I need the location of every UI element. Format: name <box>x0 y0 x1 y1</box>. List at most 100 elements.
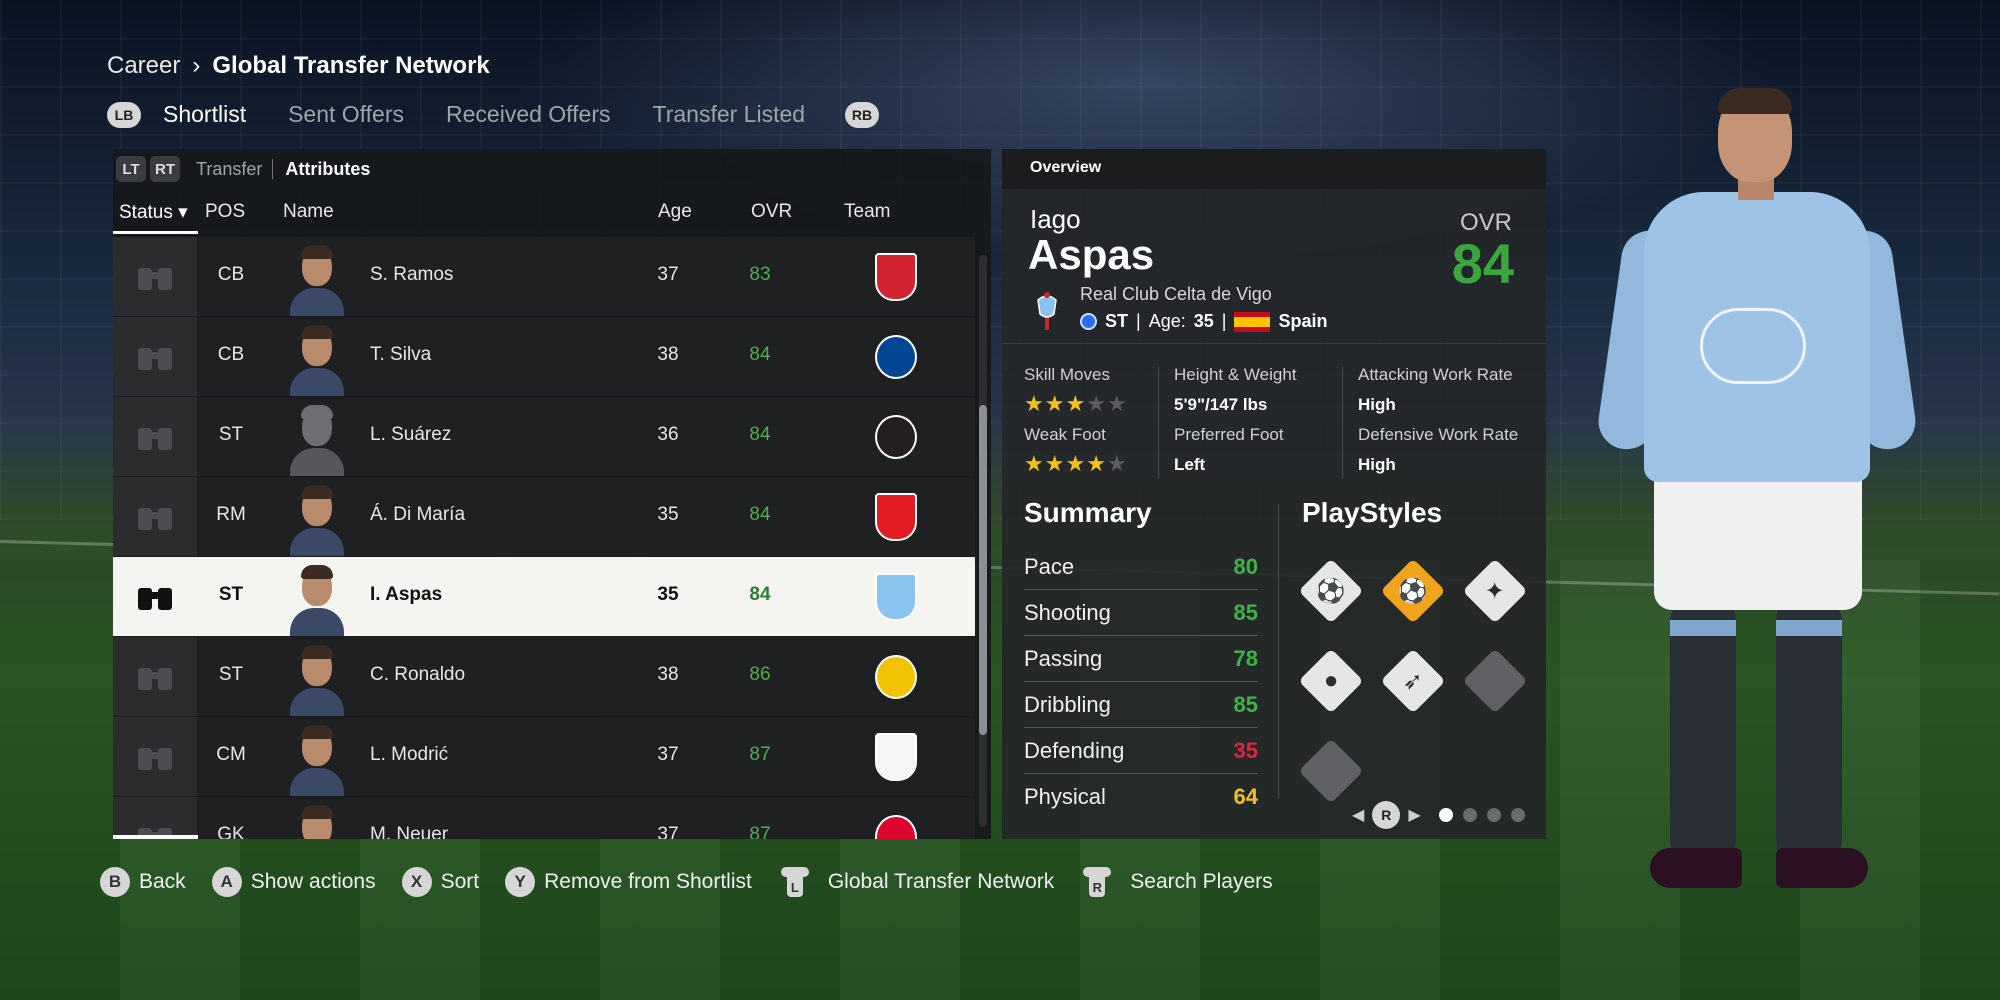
binoculars-icon <box>137 664 173 690</box>
pager-dots <box>1429 808 1525 822</box>
player-position: GK <box>217 824 245 839</box>
status-cell[interactable] <box>113 317 197 396</box>
table-row[interactable]: ST L. Suárez 36 84 <box>113 397 975 476</box>
column-header-ovr[interactable]: OVR <box>751 201 792 223</box>
team-crest-icon <box>875 335 917 379</box>
scrollbar-thumb[interactable] <box>979 405 987 735</box>
status-cell[interactable] <box>113 797 197 839</box>
player-position: CM <box>216 744 246 765</box>
playstyle-technical-icon[interactable]: ✦ <box>1462 558 1528 624</box>
playstyle-finesse-shot-icon[interactable]: ⚽ <box>1298 558 1364 624</box>
player-age: 37 <box>657 824 679 839</box>
player-name: I. Aspas <box>370 584 443 605</box>
lb-bumper-icon[interactable]: LB <box>107 101 141 128</box>
pager-dot[interactable] <box>1486 808 1501 822</box>
table-row[interactable]: CB S. Ramos 37 83 <box>113 237 975 316</box>
binoculars-icon <box>137 264 173 290</box>
player-ovr: 84 <box>749 424 771 445</box>
prompt-label: Global Transfer Network <box>827 870 1055 893</box>
player-ovr: 84 <box>749 504 771 525</box>
skill-moves-stars: ★★★★★ <box>1024 391 1128 417</box>
divider <box>1002 343 1546 344</box>
prompt-label: Sort <box>440 870 480 893</box>
stat-name: Shooting <box>1024 600 1111 625</box>
status-cell[interactable] <box>113 397 197 476</box>
pager-dot[interactable] <box>1462 808 1477 822</box>
tab-sent-offers[interactable]: Sent Offers <box>288 101 404 128</box>
team-crest-icon <box>875 253 917 301</box>
attacking-wr-value: High <box>1358 395 1396 414</box>
column-header-age[interactable]: Age <box>658 201 692 223</box>
status-cell[interactable] <box>113 637 197 716</box>
player-portrait <box>290 642 344 716</box>
player-portrait <box>290 722 344 796</box>
lt-trigger-icon[interactable]: LT <box>116 156 146 182</box>
r-stick-icon: R <box>1080 867 1114 897</box>
overview-pager: ◀ R ▶ <box>1352 801 1525 829</box>
weak-foot-label: Weak Foot <box>1024 425 1106 444</box>
prompt-show-actions[interactable]: A Show actions <box>211 867 376 897</box>
sort-indicator <box>113 231 198 234</box>
list-scrollbar[interactable] <box>979 255 987 827</box>
tab-shortlist[interactable]: Shortlist <box>163 101 246 128</box>
playstyle-trickster-icon[interactable]: ➶ <box>1380 648 1446 714</box>
stat-name: Passing <box>1024 646 1103 671</box>
ovr-value: 84 <box>1451 232 1514 295</box>
player-boot <box>1776 848 1868 888</box>
status-cell[interactable] <box>113 237 197 316</box>
column-header-name[interactable]: Name <box>283 201 334 223</box>
b-button-icon: B <box>100 867 130 897</box>
pager-right-arrow-icon[interactable]: ▶ <box>1408 805 1420 825</box>
player-position: RM <box>216 504 246 525</box>
prompt-sort[interactable]: X Sort <box>401 867 480 897</box>
prompt-back[interactable]: B Back <box>100 867 186 897</box>
pager-dot[interactable] <box>1438 808 1453 822</box>
spain-flag-icon <box>1234 311 1271 332</box>
rt-trigger-icon[interactable]: RT <box>150 156 180 182</box>
l-stick-icon: L <box>778 867 812 897</box>
column-header-pos[interactable]: POS <box>205 201 245 223</box>
prompt-remove-from-shortlist[interactable]: Y Remove from Shortlist <box>505 867 752 897</box>
column-header-team[interactable]: Team <box>844 201 890 223</box>
status-cell[interactable] <box>113 717 197 796</box>
table-row[interactable]: ST I. Aspas 35 84 <box>113 557 975 636</box>
playstyles-title: PlayStyles <box>1302 497 1443 528</box>
status-cell[interactable] <box>113 477 197 556</box>
player-list: CB S. Ramos 37 83 CB T. Silva 38 84 ST L. Suárez 3… <box>113 237 975 839</box>
star-icon: ★ <box>1065 451 1087 476</box>
tab-transfer-listed[interactable]: Transfer Listed <box>653 101 806 128</box>
player-position: ST <box>218 424 244 445</box>
stat-name: Dribbling <box>1024 692 1111 717</box>
pager-left-arrow-icon[interactable]: ◀ <box>1352 805 1364 825</box>
pager-dot[interactable] <box>1510 808 1525 822</box>
subtab-transfer[interactable]: Transfer <box>196 159 262 180</box>
tab-received-offers[interactable]: Received Offers <box>446 101 610 128</box>
player-ovr: 83 <box>749 264 771 285</box>
r-stick-icon[interactable]: R <box>1372 801 1401 829</box>
table-row[interactable]: CB T. Silva 38 84 <box>113 317 975 396</box>
position-dot-icon <box>1080 313 1097 330</box>
breadcrumb-career[interactable]: Career <box>107 52 180 80</box>
status-cell[interactable] <box>113 557 197 636</box>
subtab-attributes[interactable]: Attributes <box>285 159 370 180</box>
playstyle-plus-chip-shot-icon[interactable]: ⚽ <box>1380 558 1446 624</box>
overview-title: Overview <box>1030 159 1102 176</box>
column-header-status[interactable]: Status ▾ <box>119 201 188 224</box>
player-age: 38 <box>657 344 679 365</box>
star-icon: ★ <box>1044 391 1066 416</box>
table-row[interactable]: ST C. Ronaldo 38 86 <box>113 637 975 716</box>
table-row[interactable]: CM L. Modrić 37 87 <box>113 717 975 796</box>
prompt-global-transfer-network[interactable]: L Global Transfer Network <box>778 867 1054 897</box>
table-row[interactable]: RM Á. Di María 35 84 <box>113 477 975 556</box>
team-crest-icon <box>875 415 917 459</box>
table-row[interactable]: GK M. Neuer 37 87 <box>113 797 975 839</box>
playstyle-location-icon[interactable]: ● <box>1298 648 1364 714</box>
prompt-search-players[interactable]: R Search Players <box>1080 867 1273 897</box>
rb-bumper-icon[interactable]: RB <box>845 101 880 128</box>
stat-value: 78 <box>1233 646 1258 671</box>
playstyle-empty-slot-icon <box>1462 648 1528 714</box>
button-prompts-bar: B Back A Show actions X Sort Y Remove from Shor… <box>100 867 1299 897</box>
stat-row: Passing 78 <box>1024 636 1258 682</box>
player-name: M. Neuer <box>370 824 449 839</box>
player-boot <box>1650 848 1742 888</box>
